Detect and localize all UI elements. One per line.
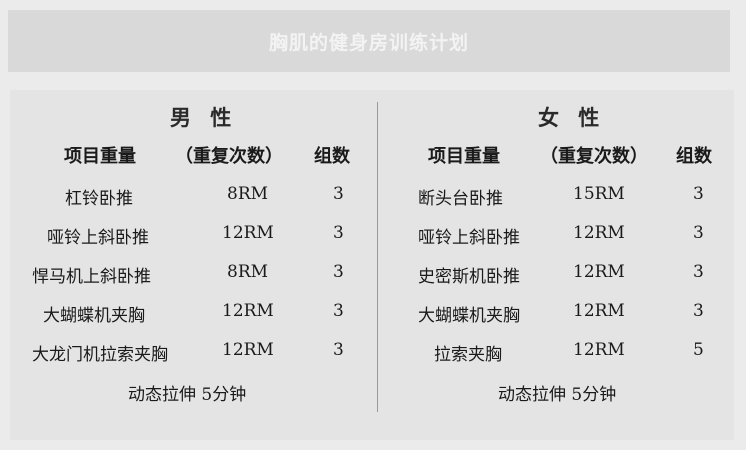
- exercise-sets: 3: [693, 223, 704, 243]
- male-heading: 男 性: [170, 105, 238, 130]
- exercise-sets: 3: [333, 184, 344, 204]
- male-column: 男 性 项目重量 （重复次数） 组数 杠铃卧推 8RM 3 哑铃上斜卧推 12R…: [10, 90, 370, 440]
- exercise-name: 大蝴蝶机夹胸: [43, 306, 145, 326]
- exercise-sets: 3: [693, 184, 704, 204]
- exercise-reps: 12RM: [222, 301, 274, 321]
- exercise-reps: 12RM: [573, 223, 625, 243]
- male-header-reps: （重复次数）: [175, 146, 283, 167]
- exercise-reps: 15RM: [573, 184, 625, 204]
- exercise-sets: 3: [333, 223, 344, 243]
- female-row: 拉索夹胸 12RM 5: [388, 340, 746, 368]
- female-row: 大蝴蝶机夹胸 12RM 3: [388, 301, 746, 329]
- exercise-name: 史密斯机卧推: [418, 267, 520, 287]
- page-title: 胸肌的健身房训练计划: [268, 31, 469, 54]
- male-header-item: 项目重量: [64, 146, 136, 167]
- training-plan-table: 男 性 项目重量 （重复次数） 组数 杠铃卧推 8RM 3 哑铃上斜卧推 12R…: [10, 90, 734, 440]
- male-row: 悍马机上斜卧推 8RM 3: [10, 262, 370, 290]
- exercise-sets: 3: [333, 340, 344, 360]
- exercise-sets: 3: [693, 301, 704, 321]
- exercise-reps: 12RM: [573, 301, 625, 321]
- exercise-sets: 3: [333, 301, 344, 321]
- exercise-name: 哑铃上斜卧推: [418, 228, 520, 248]
- exercise-reps: 12RM: [573, 340, 625, 360]
- exercise-name: 大龙门机拉索夹胸: [32, 345, 168, 365]
- female-header-reps: （重复次数）: [540, 146, 648, 167]
- female-header-item: 项目重量: [428, 146, 500, 167]
- exercise-sets: 3: [693, 262, 704, 282]
- column-divider: [377, 102, 378, 412]
- exercise-name: 哑铃上斜卧推: [47, 228, 149, 248]
- male-footer: 动态拉伸 5分钟: [128, 385, 247, 405]
- female-column: 女 性 项目重量 （重复次数） 组数 断头台卧推 15RM 3 哑铃上斜卧推 1…: [388, 90, 746, 440]
- exercise-sets: 3: [333, 262, 344, 282]
- male-row: 大蝴蝶机夹胸 12RM 3: [10, 301, 370, 329]
- exercise-name: 悍马机上斜卧推: [32, 267, 151, 287]
- male-row: 杠铃卧推 8RM 3: [10, 184, 370, 212]
- exercise-reps: 12RM: [222, 340, 274, 360]
- female-heading: 女 性: [538, 105, 606, 130]
- exercise-sets: 5: [693, 340, 704, 360]
- female-footer: 动态拉伸 5分钟: [498, 385, 617, 405]
- male-row: 大龙门机拉索夹胸 12RM 3: [10, 340, 370, 368]
- male-row: 哑铃上斜卧推 12RM 3: [10, 223, 370, 251]
- female-row: 断头台卧推 15RM 3: [388, 184, 746, 212]
- exercise-name: 大蝴蝶机夹胸: [418, 306, 520, 326]
- exercise-reps: 12RM: [222, 223, 274, 243]
- male-header-sets: 组数: [314, 146, 350, 167]
- female-row: 哑铃上斜卧推 12RM 3: [388, 223, 746, 251]
- female-header-sets: 组数: [676, 146, 712, 167]
- title-banner: 胸肌的健身房训练计划: [8, 10, 730, 72]
- exercise-reps: 12RM: [573, 262, 625, 282]
- exercise-reps: 8RM: [227, 262, 269, 282]
- exercise-reps: 8RM: [227, 184, 269, 204]
- female-row: 史密斯机卧推 12RM 3: [388, 262, 746, 290]
- exercise-name: 断头台卧推: [418, 189, 503, 209]
- exercise-name: 杠铃卧推: [65, 189, 133, 209]
- exercise-name: 拉索夹胸: [434, 345, 502, 365]
